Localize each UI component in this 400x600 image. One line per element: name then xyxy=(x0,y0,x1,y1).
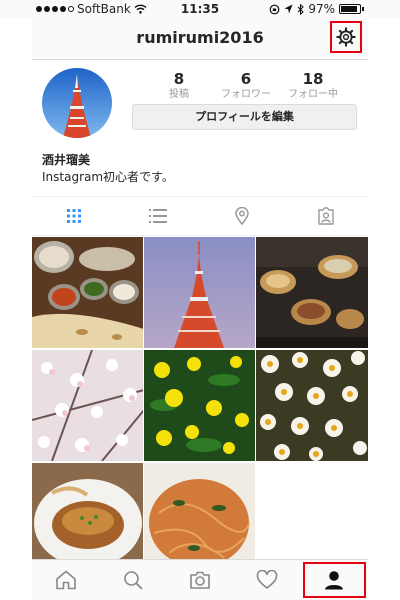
photo-white-daisies[interactable] xyxy=(256,350,368,461)
nav-activity[interactable] xyxy=(234,560,301,600)
location-arrow-icon xyxy=(284,4,293,14)
photo-grid xyxy=(32,237,368,574)
tab-grid[interactable] xyxy=(32,197,116,235)
nav-camera[interactable] xyxy=(166,560,233,600)
status-right-group: 97% xyxy=(269,2,364,16)
profile-bio: Instagram初心者です。 xyxy=(42,170,174,184)
photo-hamburg-steak[interactable] xyxy=(32,463,143,574)
nav-home[interactable] xyxy=(32,560,99,600)
photo-yellow-flowers[interactable] xyxy=(144,350,255,461)
profile-stats: 8 投稿 6 フォロワー 18 フォロー中 xyxy=(135,70,357,102)
home-icon xyxy=(55,570,76,590)
battery-icon xyxy=(339,4,361,14)
edit-profile-button[interactable]: プロフィールを編集 xyxy=(132,104,357,130)
tab-list[interactable] xyxy=(116,197,200,235)
avatar[interactable] xyxy=(42,68,112,138)
stat-posts[interactable]: 8 投稿 xyxy=(149,70,209,102)
stat-following-count: 18 xyxy=(302,70,324,88)
photo-pasta[interactable] xyxy=(144,463,255,574)
bottom-nav xyxy=(32,559,368,600)
tab-tagged[interactable] xyxy=(284,197,368,235)
bluetooth-icon xyxy=(297,3,305,15)
stat-posts-label: 投稿 xyxy=(169,89,189,100)
stat-posts-count: 8 xyxy=(173,70,185,88)
username-title: rumirumi2016 xyxy=(136,28,264,47)
search-icon xyxy=(123,571,143,590)
stat-following-label: フォロー中 xyxy=(288,89,338,100)
stat-following[interactable]: 18 フォロー中 xyxy=(283,70,343,102)
photo-okonomiyaki[interactable] xyxy=(256,237,368,348)
list-icon xyxy=(149,209,167,223)
location-pin-icon xyxy=(235,207,249,225)
grid-icon xyxy=(67,209,81,223)
heart-icon xyxy=(256,570,278,589)
profile-name: 酒井瑠美 xyxy=(42,153,91,167)
nav-bar: rumirumi2016 xyxy=(32,18,368,60)
gear-icon xyxy=(336,27,356,47)
tab-map[interactable] xyxy=(200,197,284,235)
stat-followers-label: フォロワー xyxy=(221,89,271,100)
battery-tip xyxy=(362,7,364,11)
orientation-lock-icon xyxy=(269,4,280,14)
battery-percent: 97% xyxy=(308,2,335,16)
stat-followers-count: 6 xyxy=(240,70,252,88)
tagged-photos-icon xyxy=(318,207,334,225)
camera-icon xyxy=(190,571,210,589)
nav-profile[interactable] xyxy=(301,560,368,600)
view-tabs xyxy=(32,196,368,236)
nav-search[interactable] xyxy=(99,560,166,600)
status-bar: SoftBank 11:35 97% xyxy=(0,0,400,18)
photo-indian-curry[interactable] xyxy=(32,237,143,348)
stat-followers[interactable]: 6 フォロワー xyxy=(216,70,276,102)
settings-button[interactable] xyxy=(330,21,362,53)
photo-cherry-blossoms[interactable] xyxy=(32,350,143,461)
profile-icon xyxy=(325,571,344,590)
photo-tokyo-tower[interactable] xyxy=(144,237,255,348)
